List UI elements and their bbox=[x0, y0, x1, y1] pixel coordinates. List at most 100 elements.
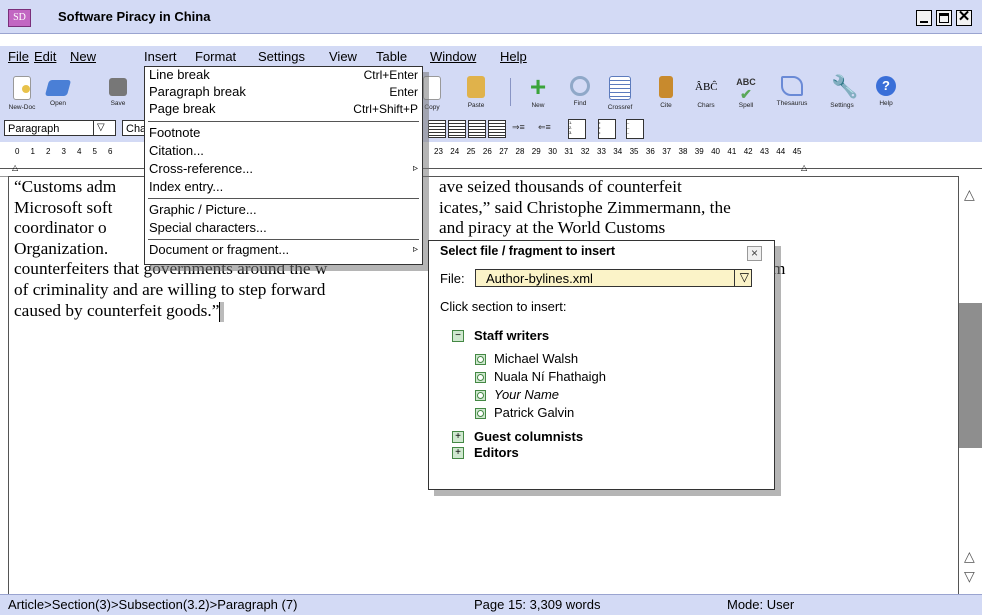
scroll-down-icon[interactable]: ▽ bbox=[964, 568, 975, 585]
help-icon: ? bbox=[876, 76, 896, 96]
group-staff-writers[interactable]: Staff writers bbox=[474, 328, 549, 343]
crossref-button[interactable]: Crossref bbox=[600, 74, 640, 114]
ruler-number: 31 bbox=[564, 147, 574, 156]
spell-button[interactable]: ABC ✔ Spell bbox=[726, 74, 766, 114]
scroll-thumb[interactable] bbox=[959, 303, 982, 448]
group-guest-columnists[interactable]: Guest columnists bbox=[474, 429, 583, 444]
group-editors[interactable]: Editors bbox=[474, 445, 519, 460]
open-button[interactable]: Open bbox=[38, 74, 78, 114]
new-insert-button[interactable]: + New bbox=[518, 73, 558, 114]
scroll-up-lower-icon[interactable]: △ bbox=[964, 548, 975, 565]
menu-item-document-fragment[interactable]: Document or fragment... bbox=[149, 242, 289, 257]
thesaurus-icon bbox=[781, 76, 803, 96]
doc-line: of criminality and are willing to step f… bbox=[14, 279, 326, 299]
menu-item-citation[interactable]: Citation... bbox=[149, 143, 204, 158]
doc-line: “Customs adm bbox=[14, 177, 117, 196]
align-right-icon[interactable] bbox=[468, 120, 486, 138]
find-magnifier-icon bbox=[570, 76, 590, 96]
menu-item-cross-reference[interactable]: Cross-reference... bbox=[149, 161, 253, 176]
insert-menu: Line break Ctrl+Enter Paragraph break En… bbox=[144, 66, 423, 265]
menu-help[interactable]: Help bbox=[500, 49, 527, 64]
minimize-button[interactable] bbox=[916, 10, 932, 26]
bulleted-list-icon[interactable]: • • • bbox=[598, 119, 616, 139]
menu-window[interactable]: Window bbox=[430, 49, 476, 64]
maximize-button[interactable] bbox=[936, 10, 952, 26]
menu-item-index-entry[interactable]: Index entry... bbox=[149, 179, 223, 194]
close-icon: ✕ bbox=[957, 8, 971, 25]
menu-table[interactable]: Table bbox=[376, 49, 407, 64]
menu-item-footnote[interactable]: Footnote bbox=[149, 125, 200, 140]
save-button[interactable]: Save bbox=[100, 74, 136, 114]
radio-icon[interactable] bbox=[475, 372, 486, 383]
menu-item-line-break[interactable]: Line break bbox=[149, 67, 210, 82]
ruler-number: 40 bbox=[711, 147, 720, 156]
menu-insert[interactable]: Insert bbox=[144, 49, 177, 64]
help-button[interactable]: ? Help bbox=[866, 74, 906, 114]
outdent-icon[interactable]: ⇐≡ bbox=[538, 122, 551, 133]
breadcrumb[interactable]: Article>Section(3)>Subsection(3.2)>Parag… bbox=[8, 597, 297, 612]
settings-button[interactable]: 🔧 Settings bbox=[822, 74, 862, 114]
vertical-scrollbar[interactable]: △ △ ▽ bbox=[958, 176, 982, 602]
scroll-up-icon[interactable]: △ bbox=[964, 186, 975, 203]
dialog-title: Select file / fragment to insert bbox=[440, 244, 616, 258]
new-doc-button[interactable]: New-Doc bbox=[2, 74, 42, 114]
menu-separator bbox=[148, 121, 419, 122]
fragment-item[interactable]: Nuala Ní Fhathaigh bbox=[494, 369, 606, 384]
doc-line-right: icates,” said Christophe Zimmermann, the bbox=[439, 197, 731, 217]
save-disk-icon bbox=[109, 78, 127, 96]
fragment-item[interactable]: Michael Walsh bbox=[494, 351, 578, 366]
close-button[interactable]: ✕ bbox=[956, 8, 972, 26]
chars-button[interactable]: ÂBĈ Chars bbox=[686, 74, 726, 114]
new-doc-icon bbox=[13, 76, 31, 100]
indent-icon[interactable]: ⇒≡ bbox=[512, 122, 525, 133]
maximize-icon bbox=[939, 13, 949, 23]
crossref-icon bbox=[609, 76, 631, 100]
ruler-number: 2 bbox=[46, 147, 51, 156]
cite-button[interactable]: Cite bbox=[646, 74, 686, 114]
fragment-item[interactable]: Your Name bbox=[494, 387, 559, 402]
minimize-icon bbox=[920, 21, 928, 23]
radio-icon[interactable] bbox=[475, 354, 486, 365]
doc-line-right: and piracy at the World Customs bbox=[439, 218, 666, 238]
menu-view[interactable]: View bbox=[329, 49, 357, 64]
dialog-close-icon[interactable]: × bbox=[747, 246, 762, 261]
justify-icon[interactable] bbox=[488, 120, 506, 138]
ruler-number: 33 bbox=[597, 147, 606, 156]
doc-line-right: ave seized thousands of counterfeit bbox=[439, 177, 682, 196]
align-left-icon[interactable] bbox=[428, 120, 446, 138]
menu-new[interactable]: New bbox=[70, 49, 96, 64]
file-select[interactable]: Author-bylines.xml ▽ bbox=[475, 269, 752, 287]
thesaurus-button[interactable]: Thesaurus bbox=[772, 74, 812, 114]
expand-icon[interactable]: + bbox=[452, 447, 464, 459]
radio-icon[interactable] bbox=[475, 408, 486, 419]
plain-list-icon[interactable]: – – – bbox=[626, 119, 644, 139]
fragment-item[interactable]: Patrick Galvin bbox=[494, 405, 574, 420]
paste-button[interactable]: Paste bbox=[456, 74, 496, 114]
menu-file[interactable]: File bbox=[8, 49, 29, 64]
align-center-icon[interactable] bbox=[448, 120, 466, 138]
left-indent-marker[interactable]: △ bbox=[12, 163, 18, 172]
right-indent-marker[interactable]: △ bbox=[801, 163, 807, 172]
ruler-number: 6 bbox=[108, 147, 113, 156]
ruler-number: 24 bbox=[450, 147, 460, 156]
menu-item-paragraph-break[interactable]: Paragraph break bbox=[149, 84, 246, 99]
numbered-list-icon[interactable]: 1. 2. 3. bbox=[568, 119, 586, 139]
text-cursor bbox=[219, 301, 225, 322]
file-label: File: bbox=[440, 271, 465, 286]
expand-icon[interactable]: + bbox=[452, 431, 464, 443]
menu-format[interactable]: Format bbox=[195, 49, 236, 64]
menu-item-special-characters[interactable]: Special characters... bbox=[149, 220, 267, 235]
menu-item-page-break[interactable]: Page break bbox=[149, 101, 216, 116]
menu-settings[interactable]: Settings bbox=[258, 49, 305, 64]
radio-icon[interactable] bbox=[475, 390, 486, 401]
chevron-down-icon: ▽ bbox=[97, 122, 105, 133]
mode-indicator: Mode: User bbox=[727, 597, 795, 612]
collapse-icon[interactable]: − bbox=[452, 330, 464, 342]
ruler-number: 0 bbox=[15, 147, 20, 156]
find-button[interactable]: Find bbox=[560, 74, 600, 114]
menu-edit[interactable]: Edit bbox=[34, 49, 56, 64]
style-select[interactable]: Paragraph ▽ bbox=[4, 120, 116, 136]
ruler-number: 42 bbox=[743, 147, 753, 156]
menu-item-graphic[interactable]: Graphic / Picture... bbox=[149, 202, 257, 217]
copy-icon bbox=[423, 76, 441, 100]
